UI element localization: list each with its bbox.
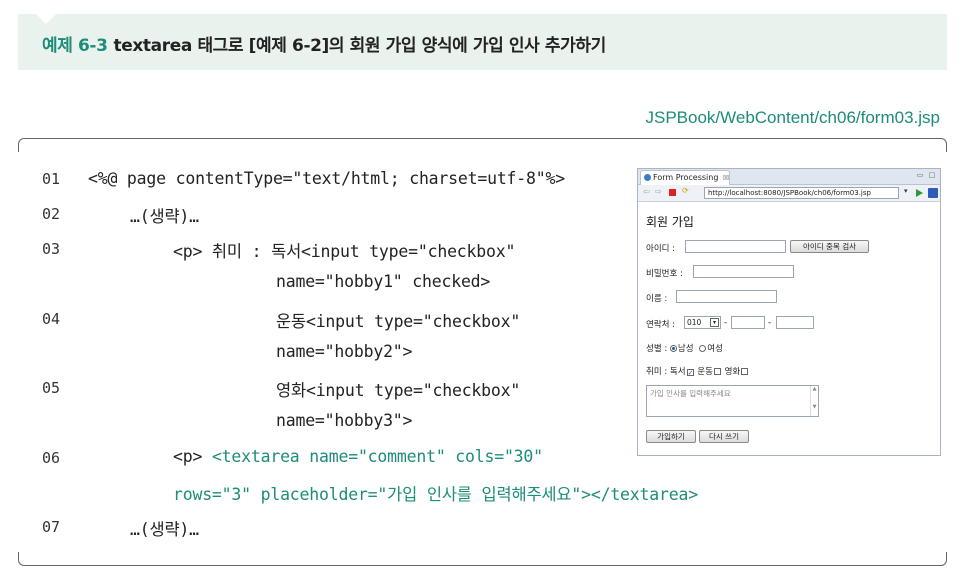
select-arrow-icon: ▾ [710, 318, 719, 327]
form-heading: 회원 가입 [646, 215, 694, 229]
gender-female-radio[interactable] [699, 345, 707, 352]
line-number: 04 [42, 310, 61, 328]
tab-close-icon[interactable]: ☒ [723, 174, 729, 182]
textarea-scrollbar[interactable]: ▲ ▼ [810, 386, 818, 416]
line-number: 03 [42, 240, 61, 258]
code-line: <p> <textarea name="comment" cols="30" [173, 447, 543, 466]
id-input[interactable] [685, 240, 786, 253]
line-number: 02 [42, 205, 61, 223]
phone-prefix-select[interactable]: 010 ▾ [684, 316, 721, 329]
code-line: …(생략)… [130, 207, 199, 226]
code-line: 영화<input type="checkbox" [276, 381, 521, 400]
phone-prefix-value: 010 [687, 318, 702, 327]
code-line: name="hobby2"> [276, 342, 413, 361]
code-frame-top [18, 138, 947, 152]
gender-male-radio[interactable] [669, 345, 677, 352]
go-icon[interactable] [916, 189, 923, 197]
name-label: 이름 : [646, 294, 668, 304]
code-fragment: <p> [173, 447, 212, 466]
hobby-sports-checkbox[interactable] [713, 368, 721, 375]
password-input[interactable] [693, 265, 794, 278]
line-number: 01 [42, 170, 61, 188]
phone-last-input[interactable] [776, 316, 814, 329]
id-check-button[interactable]: 아이디 중복 검사 [790, 240, 869, 253]
forward-icon[interactable]: ⇨ [655, 187, 662, 196]
dropdown-icon[interactable]: ▾ [904, 187, 911, 195]
globe-icon [644, 174, 651, 181]
refresh-icon[interactable]: ⟳ [682, 186, 689, 195]
password-label: 비밀번호 : [646, 269, 683, 279]
back-icon[interactable]: ⇦ [643, 187, 650, 196]
tab-label: Form Processing [653, 173, 719, 182]
browser-preview: Form Processing ☒ ▭ □ ⇦ ⇨ ⟳ http://local… [637, 168, 941, 456]
phone-middle-input[interactable] [731, 316, 765, 329]
gender-male-label: 남성 [677, 344, 694, 354]
hobby-sports-label: 운동 [697, 367, 713, 377]
browser-tab[interactable]: Form Processing ☒ [640, 170, 730, 185]
launch-icon[interactable] [928, 188, 938, 198]
example-number: 예제 6-3 [42, 36, 108, 56]
gender-row: 성별 : 남성 여성 [646, 342, 723, 354]
code-highlight-line: rows="3" placeholder="가입 인사를 입력해주세요"></t… [173, 485, 698, 504]
phone-separator: - [768, 318, 772, 328]
reset-button[interactable]: 다시 쓰기 [699, 430, 749, 443]
comment-textarea[interactable]: 가입 인사를 입력해주세요 ▲ ▼ [646, 385, 819, 417]
example-title-text: textarea 태그로 [예제 6-2]의 회원 가입 양식에 가입 인사 추… [113, 36, 607, 56]
submit-button[interactable]: 가입하기 [646, 430, 696, 443]
code-line: name="hobby3"> [276, 411, 413, 430]
code-line: <%@ page contentType="text/html; charset… [88, 169, 565, 188]
hobby-movie-checkbox[interactable] [741, 368, 749, 375]
example-title: 예제 6-3 textarea 태그로 [예제 6-2]의 회원 가입 양식에 가… [42, 31, 606, 56]
phone-label: 연락처 : [646, 320, 676, 330]
hobby-row: 취미 : 독서 ✓ 운동 영화 [646, 365, 749, 377]
browser-toolbar: ⇦ ⇨ ⟳ http://localhost:8080/JSPBook/ch06… [638, 185, 940, 202]
name-input[interactable] [676, 290, 777, 303]
banner-notch [36, 14, 56, 24]
phone-separator: - [724, 318, 728, 328]
maximize-icon[interactable]: □ [928, 171, 936, 179]
browser-tab-bar: Form Processing ☒ ▭ □ [638, 169, 940, 185]
code-line: <p> 취미 : 독서<input type="checkbox" [173, 242, 516, 261]
hobby-label: 취미 : 독서 [646, 367, 686, 377]
line-number: 07 [42, 518, 61, 536]
code-line: …(생략)… [130, 520, 199, 539]
code-line: name="hobby1" checked> [276, 272, 491, 291]
address-bar[interactable]: http://localhost:8080/JSPBook/ch06/form0… [704, 187, 899, 199]
gender-female-label: 여성 [707, 344, 723, 354]
id-label: 아이디 : [646, 244, 676, 254]
gender-label: 성별 : [646, 344, 668, 354]
code-highlight: <textarea name="comment" cols="30" [211, 447, 543, 466]
textarea-placeholder: 가입 인사를 입력해주세요 [650, 389, 731, 398]
hobby-reading-checkbox[interactable]: ✓ [686, 369, 694, 377]
line-number: 06 [42, 449, 61, 467]
minimize-icon[interactable]: ▭ [916, 171, 924, 179]
stop-icon[interactable] [669, 189, 676, 196]
code-frame-bottom [18, 552, 947, 566]
code-line: 운동<input type="checkbox" [276, 312, 521, 331]
line-number: 05 [42, 379, 61, 397]
file-path: JSPBook/WebContent/ch06/form03.jsp [645, 108, 940, 127]
hobby-movie-label: 영화 [724, 367, 741, 377]
